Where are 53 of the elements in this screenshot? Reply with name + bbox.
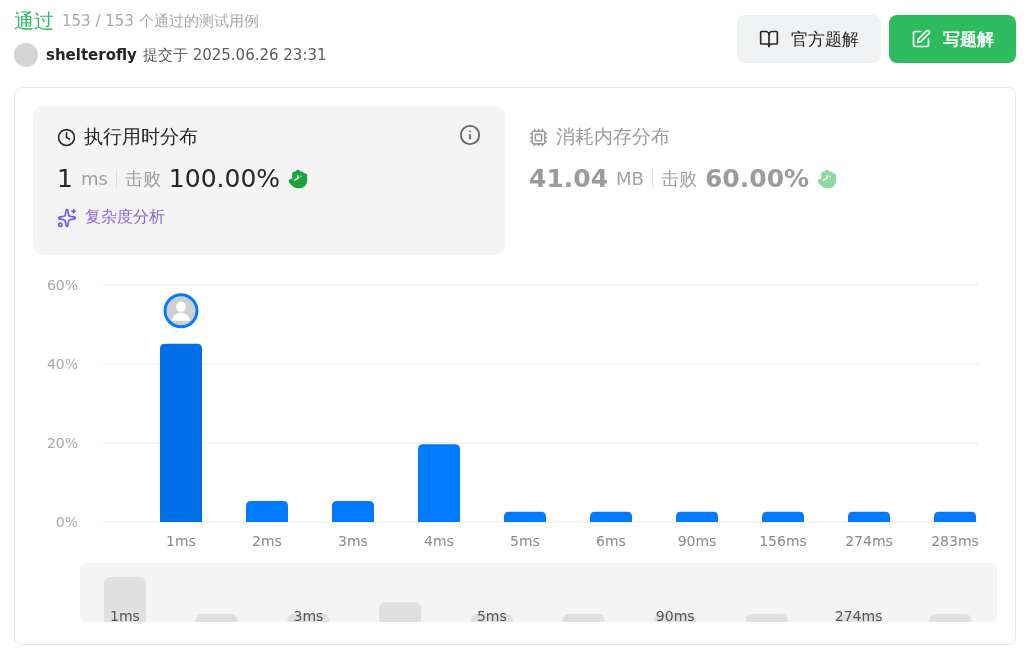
sparkle-icon [57, 207, 77, 228]
x-axis-label: 274ms [845, 533, 893, 549]
username[interactable]: shelterofly [46, 46, 137, 64]
y-axis-label: 40% [46, 356, 78, 372]
stat-title: 消耗内存分布 [556, 124, 670, 149]
bar[interactable] [934, 511, 976, 522]
y-axis-label: 20% [46, 435, 78, 451]
bar[interactable] [676, 511, 718, 522]
bar[interactable] [848, 511, 890, 522]
stat-value: 1 [57, 164, 73, 193]
beat-percent: 60.00% [704, 164, 810, 193]
overview-label: 274ms [834, 608, 883, 622]
user-avatar-marker [163, 293, 199, 329]
test-cases-text: 153 / 153 个通过的测试用例 [62, 12, 259, 31]
x-axis-label: 283ms [931, 533, 979, 549]
x-axis-label: 156ms [759, 533, 807, 549]
x-axis-label: 6ms [596, 533, 626, 549]
stat-unit: ms [80, 168, 108, 189]
stat-unit: MB [616, 168, 644, 189]
overview-label: 3ms [293, 608, 324, 622]
x-axis-label: 2ms [252, 533, 282, 549]
x-axis-label: 5ms [510, 533, 540, 549]
stat-title: 执行用时分布 [84, 124, 198, 149]
y-axis-label: 60% [46, 277, 78, 293]
clap-icon [817, 168, 838, 189]
beat-label: 击败 [124, 166, 161, 191]
edit-icon [911, 29, 931, 49]
complexity-link[interactable]: 复杂度分析 [85, 207, 165, 228]
bar[interactable] [504, 511, 546, 522]
bar[interactable] [590, 511, 632, 522]
overview-label: 90ms [655, 608, 695, 622]
solution-button[interactable]: 官方题解 [737, 15, 881, 63]
avatar [14, 43, 38, 67]
overview-strip[interactable]: 1ms 3ms 5ms 90ms 274ms [80, 563, 997, 622]
x-axis-label: 3ms [338, 533, 368, 549]
book-icon [759, 29, 779, 49]
stat-value: 41.04 [529, 164, 609, 193]
clock-icon [57, 127, 76, 147]
submit-time: 提交于 2025.06.26 23:31 [142, 45, 327, 65]
y-axis-label: 0% [55, 514, 78, 530]
stat-panel[interactable]: 执行用时分布 1 ms 击败 100.00% 复杂度分析 [33, 106, 505, 255]
bar[interactable] [762, 511, 804, 522]
chip-icon [529, 127, 548, 147]
status-text: 通过 [14, 8, 54, 35]
beat-label: 击败 [660, 166, 697, 191]
info-icon[interactable] [459, 124, 481, 146]
beat-percent: 100.00% [168, 164, 281, 193]
clap-icon [288, 168, 309, 189]
x-axis-label: 4ms [424, 533, 454, 549]
overview-label: 1ms [110, 608, 140, 622]
x-axis-label: 1ms [166, 533, 196, 549]
overview-label: 5ms [476, 608, 507, 622]
x-axis-label: 90ms [677, 533, 717, 549]
